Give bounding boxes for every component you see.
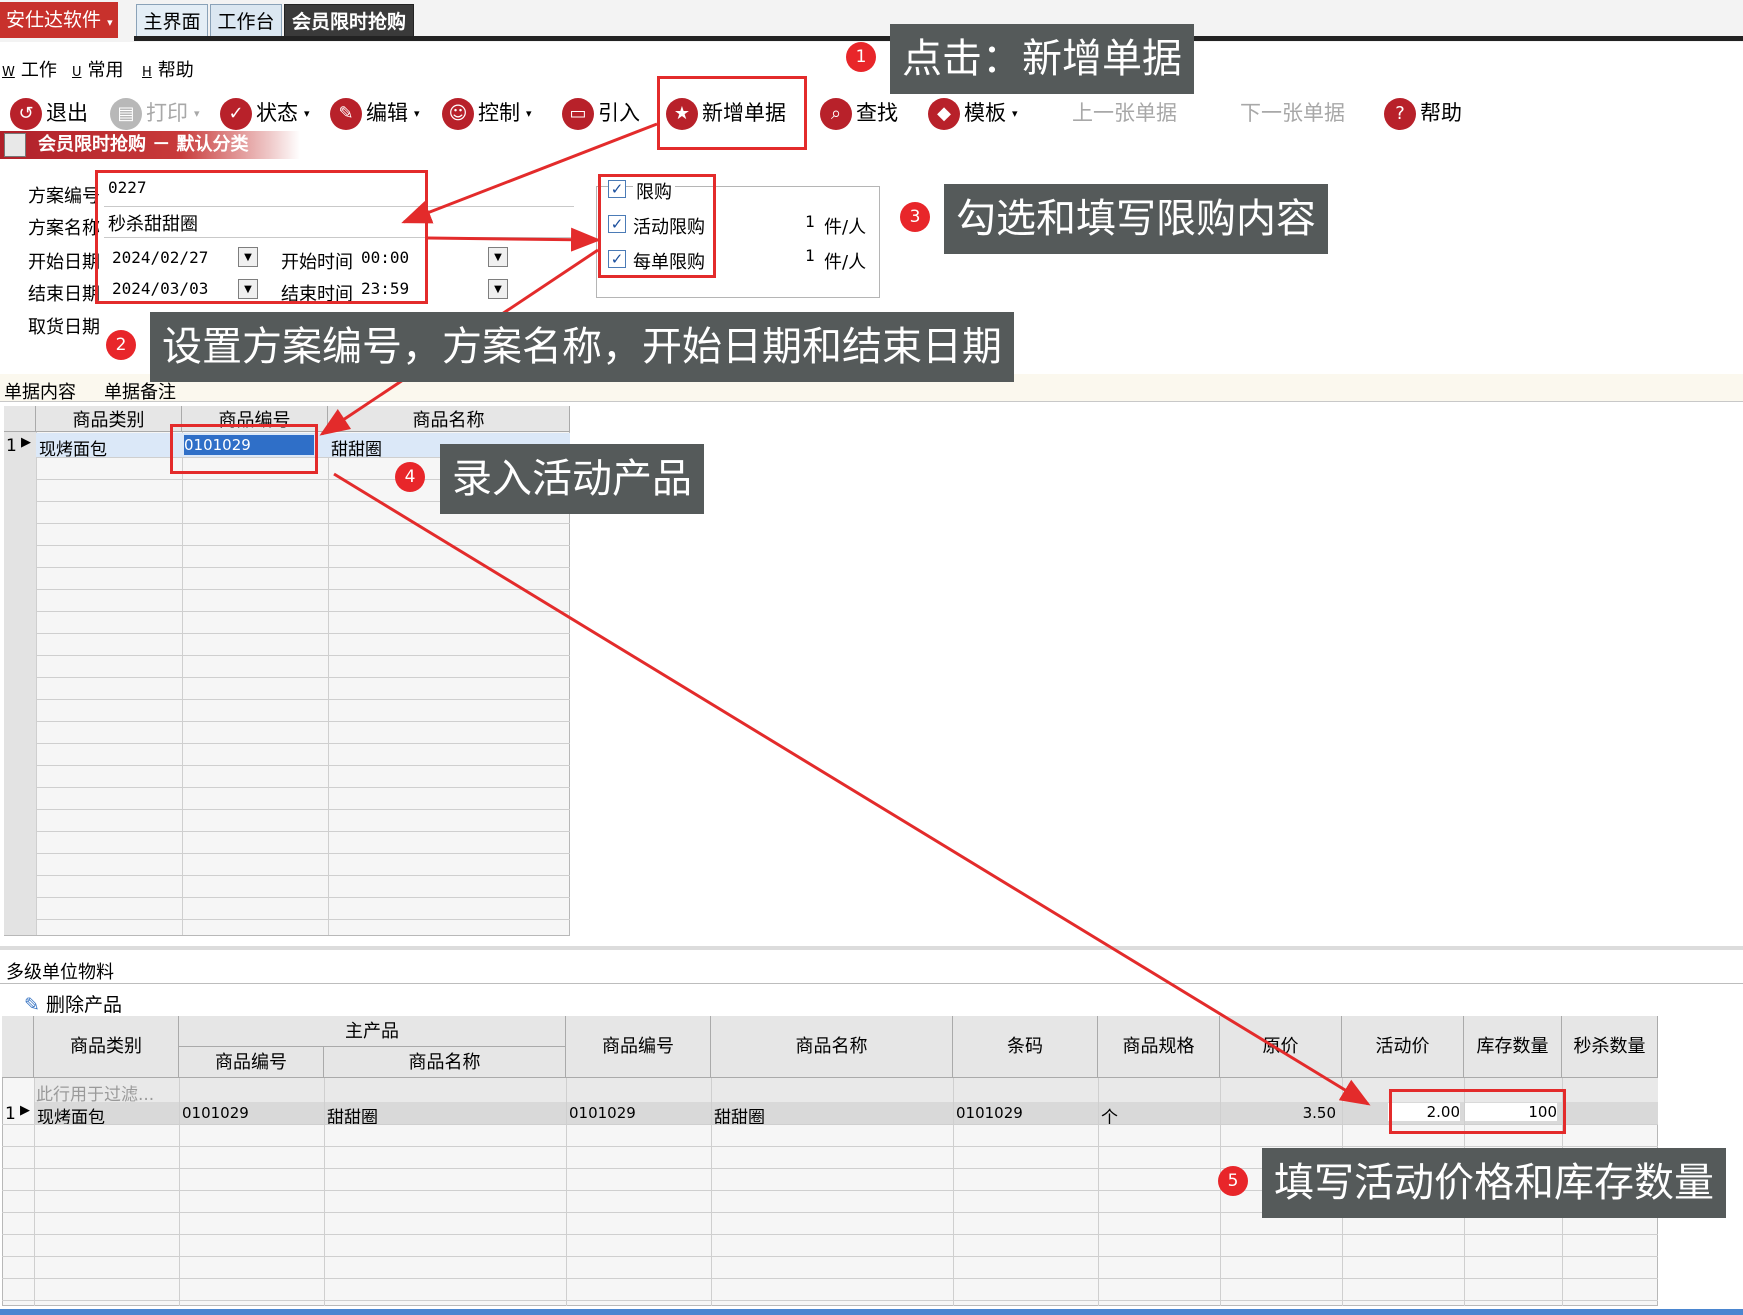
annotation-callout-1: 点击：新增单据: [890, 24, 1194, 94]
annotation-callout-3: 勾选和填写限购内容: [944, 184, 1328, 254]
annotation-badge-2: 2: [106, 330, 136, 360]
annotation-callout-4: 录入活动产品: [440, 444, 704, 514]
annotation-badge-4: 4: [395, 462, 425, 492]
annotation-callout-2: 设置方案编号，方案名称，开始日期和结束日期: [150, 312, 1014, 382]
annotation-badge-1: 1: [846, 42, 876, 72]
annotation-badge-3: 3: [900, 202, 930, 232]
annotation-callout-5: 填写活动价格和库存数量: [1262, 1148, 1726, 1218]
annotation-badge-5: 5: [1218, 1166, 1248, 1196]
annotation-arrows: [319, 122, 1371, 1106]
